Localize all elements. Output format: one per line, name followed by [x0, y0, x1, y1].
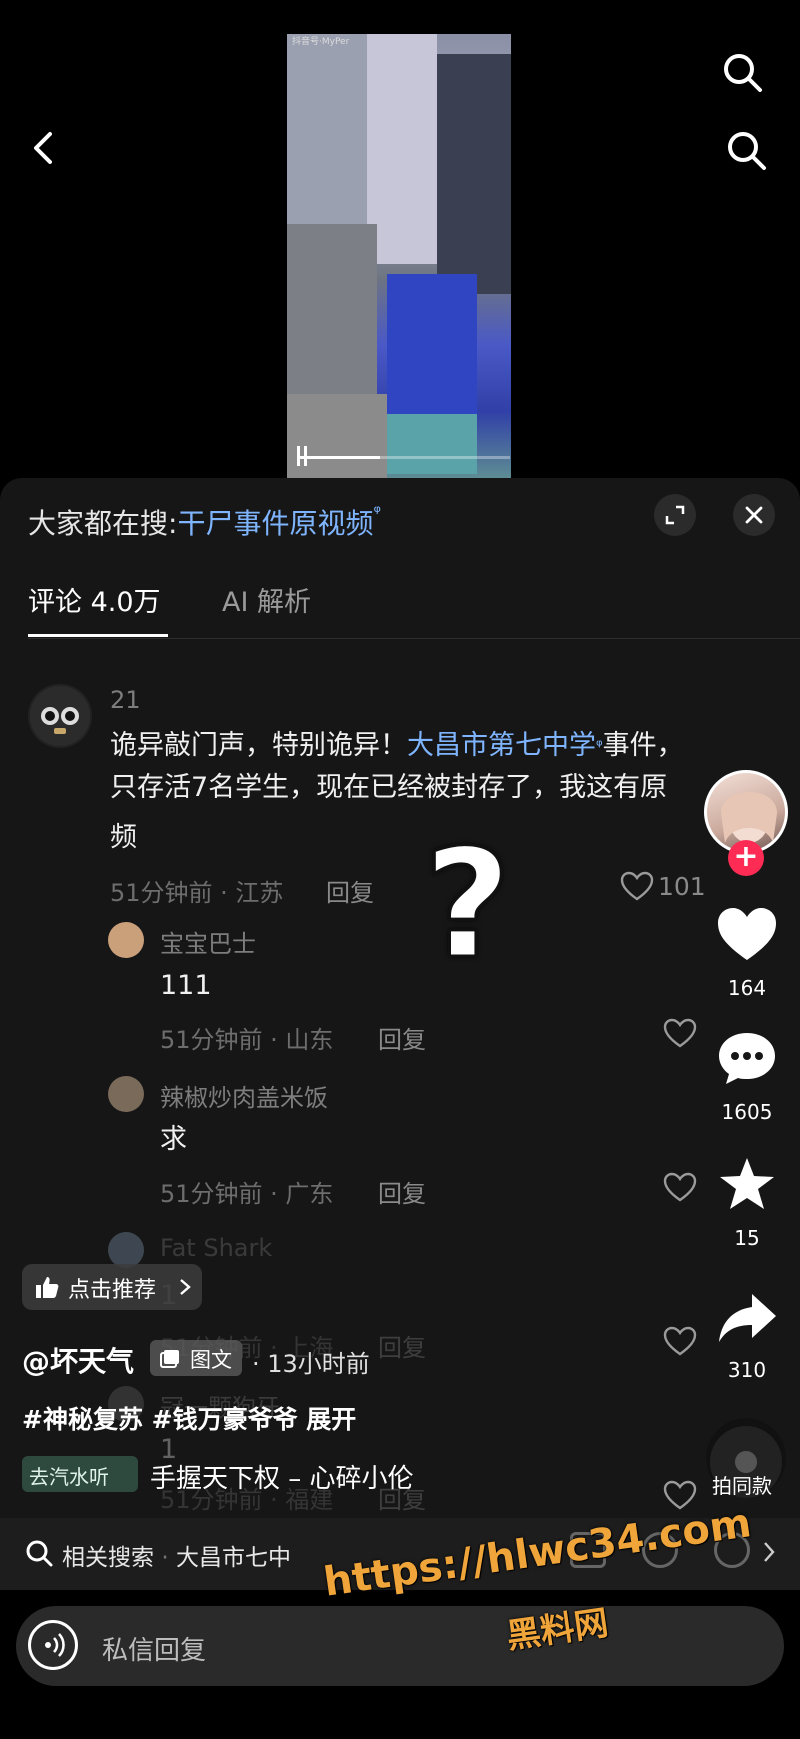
music-source-label: 去汽水听: [29, 1465, 109, 1489]
search-icon: [26, 1540, 53, 1567]
follow-plus-button[interactable]: +: [728, 840, 764, 876]
question-mark-overlay: ?: [422, 818, 512, 992]
share-total: 310: [727, 1358, 767, 1382]
reply-text: 求: [160, 1124, 187, 1155]
search-icon[interactable]: [724, 128, 770, 174]
search-small-icon: ᵠ: [373, 502, 381, 523]
comment-text-line-2: 只存活7名学生，现在已经被封存了，我这有原: [110, 772, 668, 803]
reply-button[interactable]: 回复: [378, 1328, 426, 1363]
reply-username[interactable]: 辣椒炒肉盖米饭: [160, 1078, 328, 1113]
post-type-tag: 图文: [150, 1340, 242, 1376]
music-source-button[interactable]: 去汽水听: [22, 1456, 138, 1492]
avatar[interactable]: [108, 1076, 144, 1112]
post-type-label: 图文: [190, 1348, 232, 1372]
author-handle[interactable]: @坏天气: [22, 1340, 134, 1380]
related-search-text: 相关搜索 · 大昌市七中: [62, 1538, 291, 1572]
heart-outline-icon[interactable]: [620, 871, 654, 901]
voice-icon[interactable]: [28, 1620, 78, 1670]
close-button[interactable]: [733, 494, 775, 536]
avatar[interactable]: [108, 922, 144, 958]
tab-active-indicator: [28, 634, 168, 637]
expand-button[interactable]: [654, 494, 696, 536]
music-title[interactable]: 手握天下权 – 心碎小伦: [150, 1458, 414, 1495]
comment-text-line-1: 诡异敲门声，特别诡异！大昌市第七中学ᵠ事件，: [110, 726, 684, 766]
expand-icon: [665, 505, 685, 525]
favorite-total: 15: [734, 1226, 760, 1250]
separator: ·: [161, 1545, 169, 1571]
close-icon: [745, 506, 763, 524]
reply-button[interactable]: 回复: [326, 873, 374, 908]
like-count: 101: [658, 872, 706, 901]
dm-placeholder: 私信回复: [102, 1636, 207, 1666]
reply-button[interactable]: 回复: [378, 1174, 426, 1209]
comment-text-part: 诡异敲门声，特别诡异！: [110, 730, 407, 761]
chevron-right-icon[interactable]: [762, 1540, 776, 1564]
comment-username[interactable]: 21: [110, 686, 141, 714]
reply-username[interactable]: 宝宝巴士: [160, 924, 256, 959]
image-text-icon: [160, 1350, 179, 1368]
post-hashtags[interactable]: #神秘复苏 #钱万豪爷爷 展开: [22, 1400, 356, 1436]
search-suggestion[interactable]: 大家都在搜:干尸事件原视频ᵠ: [28, 502, 381, 542]
search-suggestion-prefix: 大家都在搜:: [28, 507, 178, 540]
thumbs-up-icon: [36, 1277, 59, 1298]
heart-outline-icon[interactable]: [663, 1172, 697, 1202]
tabs-divider: [28, 638, 800, 639]
star-icon[interactable]: [716, 1156, 778, 1212]
heart-outline-icon[interactable]: [663, 1480, 697, 1510]
video-progress-fill: [300, 456, 380, 459]
recommend-button[interactable]: 点击推荐: [22, 1264, 202, 1310]
back-arrow-icon[interactable]: [28, 128, 58, 168]
avatar[interactable]: [108, 1232, 144, 1268]
reply-button[interactable]: 回复: [378, 1020, 426, 1055]
tab-comments[interactable]: 评论 4.0万: [28, 580, 161, 619]
reply-meta: 51分钟前 · 广东: [160, 1180, 334, 1208]
post-time: · 13小时前: [252, 1350, 370, 1378]
avatar[interactable]: [28, 684, 92, 748]
search-icon[interactable]: [720, 50, 766, 96]
comment-tabs: 评论 4.0万 AI 解析: [0, 580, 800, 640]
video-frame[interactable]: [287, 34, 511, 478]
related-search-label: 相关搜索: [62, 1545, 154, 1571]
avatar-image: [30, 686, 90, 746]
reply-username[interactable]: Fat Shark: [160, 1234, 272, 1262]
search-suggestion-link[interactable]: 干尸事件原视频: [177, 507, 373, 540]
comment-total: 1605: [721, 1100, 773, 1124]
comment-search-link[interactable]: 大昌市第七中学: [407, 730, 596, 761]
heart-icon[interactable]: [716, 906, 778, 962]
chevron-right-icon: [180, 1279, 191, 1295]
video-progress-bar[interactable]: [300, 456, 510, 459]
recommend-label: 点击推荐: [68, 1278, 157, 1303]
comment-text-line-3: 频: [110, 822, 137, 853]
same-style-label[interactable]: 拍同款: [712, 1470, 772, 1499]
comment-text-part: 事件，: [602, 730, 684, 761]
tab-ai-analysis[interactable]: AI 解析: [222, 580, 311, 619]
heart-outline-icon[interactable]: [663, 1018, 697, 1048]
comment-bubble-icon[interactable]: [716, 1030, 778, 1086]
video-player[interactable]: 抖音号·MyPer: [0, 0, 800, 480]
video-watermark: 抖音号·MyPer: [292, 37, 350, 47]
heart-outline-icon[interactable]: [663, 1326, 697, 1356]
search-small-icon: ᵠ: [596, 736, 603, 755]
share-arrow-icon[interactable]: [716, 1290, 778, 1346]
related-search-query[interactable]: 大昌市七中: [176, 1545, 291, 1571]
comment-meta: 51分钟前 · 江苏: [110, 879, 284, 907]
reply-meta: 51分钟前 · 山东: [160, 1026, 334, 1054]
like-total: 164: [727, 976, 767, 1000]
reply-text: 111: [160, 970, 212, 1001]
sound-wave-icon: [45, 1633, 65, 1657]
